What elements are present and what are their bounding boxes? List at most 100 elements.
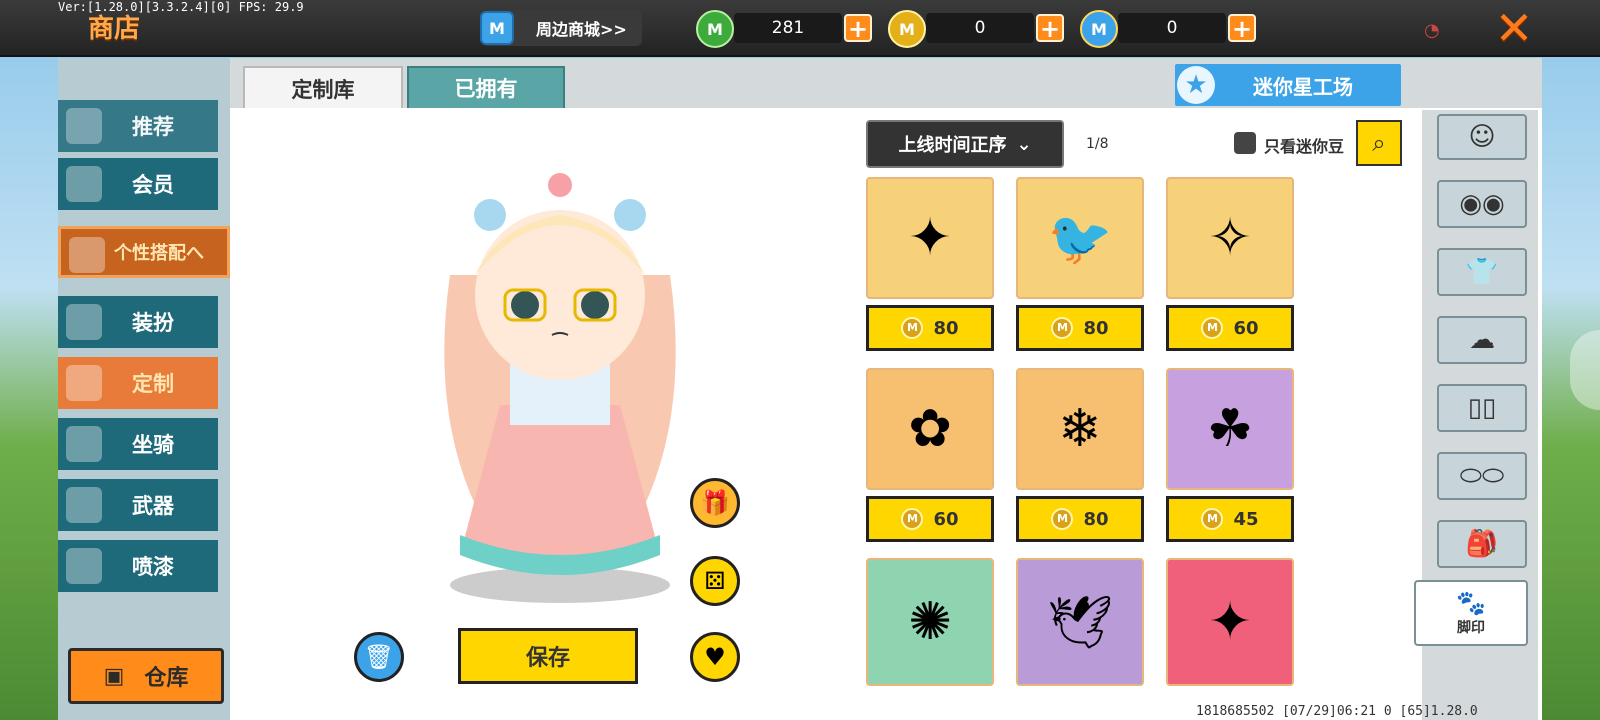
item-art-icon: ❄ [1058, 399, 1102, 459]
mini-bean-checkbox[interactable] [1234, 132, 1256, 154]
sidebar-item-weapon[interactable]: 武器 [58, 479, 218, 531]
item-art-icon: ✿ [908, 399, 952, 459]
gold-coin-icon: M [888, 10, 926, 48]
item-card[interactable]: ❄ [1016, 368, 1144, 490]
sidebar-item-dressup[interactable]: 装扮 [58, 296, 218, 348]
footer-info: 1818685502 [07/29]06:21 0 [65]1.28.0 [1196, 704, 1478, 719]
shirt-icon [66, 304, 102, 340]
sidebar-item-recommend[interactable]: 推荐 [58, 100, 218, 152]
category-mask[interactable]: ◉◉ [1437, 180, 1527, 228]
item-card[interactable]: 🕊 [1016, 558, 1144, 686]
gold-coin-icon: M [1201, 508, 1224, 530]
random-button[interactable]: ⚄ [690, 556, 740, 606]
avatar-left-eye [511, 291, 539, 319]
item-art-icon: 🐦 [1047, 208, 1113, 269]
item-price: 60 [1233, 317, 1259, 339]
avatar-face [475, 210, 645, 380]
item-price-button[interactable]: M 80 [1016, 496, 1144, 542]
category-shirt[interactable]: 👕 [1437, 248, 1527, 296]
tab-owned[interactable]: 已拥有 [407, 66, 565, 110]
item-card[interactable]: 🐦 [1016, 177, 1144, 299]
item-art-icon: ✦ [908, 208, 952, 268]
sidebar-item-spray[interactable]: 喷漆 [58, 540, 218, 592]
item-art-icon: ✺ [908, 592, 952, 652]
blue-coin-icon: M [1080, 10, 1118, 48]
spray-can-icon [66, 548, 102, 584]
item-price-button[interactable]: M 80 [1016, 305, 1144, 351]
delete-button[interactable]: 🗑 [354, 632, 404, 682]
trophy-icon [69, 237, 105, 273]
add-blue-coin-button[interactable]: + [1228, 14, 1256, 42]
gold-coin-icon: M [1051, 508, 1074, 530]
item-card[interactable]: ✦ [866, 177, 994, 299]
category-hair[interactable]: ☁ [1437, 316, 1527, 364]
item-price: 80 [1083, 508, 1109, 530]
item-price-button[interactable]: M 60 [866, 496, 994, 542]
item-price: 45 [1233, 508, 1259, 530]
favorite-button[interactable]: ♥ [690, 632, 740, 682]
paw-icon: 🐾 [1456, 589, 1486, 617]
hair-icon: ☁ [1469, 325, 1495, 355]
category-backpack[interactable]: 🎒 [1437, 520, 1527, 568]
backpack-icon: 🎒 [1465, 529, 1499, 559]
pencil-icon [66, 365, 102, 401]
dice-icon: ⚄ [704, 567, 726, 595]
item-price-button[interactable]: M 45 [1166, 496, 1294, 542]
gift-icon: 🎁 [700, 489, 730, 517]
sidebar-item-vip[interactable]: 会员 [58, 158, 218, 210]
sidebar-item-mount[interactable]: 坐骑 [58, 418, 218, 470]
search-button[interactable]: ⌕ [1356, 120, 1402, 166]
chest-icon: ▣ [103, 663, 125, 689]
heart-icon: ♥ [704, 643, 726, 671]
item-card[interactable]: ✧ [1166, 177, 1294, 299]
sidebar-item-custom[interactable]: 定制 [58, 357, 218, 409]
merch-shop-label: 周边商城>> [536, 20, 627, 39]
add-gem-button[interactable]: + [844, 14, 872, 42]
save-button[interactable]: 保存 [458, 628, 638, 684]
item-price: 80 [1083, 317, 1109, 339]
chevron-down-icon: ⌄ [1016, 133, 1032, 155]
trash-icon: 🗑 [363, 643, 395, 671]
face-icon: ☺ [1468, 122, 1496, 152]
recommend-icon [66, 108, 102, 144]
item-art-icon: 🕊 [1046, 592, 1113, 653]
shirt-icon: 👕 [1465, 257, 1499, 287]
avatar-right-eye [581, 291, 609, 319]
green-gem-icon: M [696, 10, 734, 48]
item-card[interactable]: ✦ [1166, 558, 1294, 686]
signal-icon: ◔ [1424, 20, 1440, 41]
item-card[interactable]: ✺ [866, 558, 994, 686]
gold-coin-icon: M [1051, 317, 1074, 339]
gold-coin-count: 0 [926, 13, 1034, 43]
category-footprint[interactable]: 🐾 脚印 [1414, 580, 1528, 646]
page-title: 商店 [88, 14, 141, 44]
item-price-button[interactable]: M 80 [866, 305, 994, 351]
pants-icon: ▯▯ [1467, 393, 1497, 423]
gold-coin-icon: M [1201, 317, 1224, 339]
item-card[interactable]: ✿ [866, 368, 994, 490]
item-price-button[interactable]: M 60 [1166, 305, 1294, 351]
sort-dropdown[interactable]: 上线时间正序 ⌄ [866, 120, 1064, 168]
close-button[interactable]: ✕ [1490, 4, 1538, 52]
item-card[interactable]: ☘ [1166, 368, 1294, 490]
category-face[interactable]: ☺ [1437, 114, 1527, 160]
add-gold-button[interactable]: + [1036, 14, 1064, 42]
tab-custom-library[interactable]: 定制库 [243, 66, 403, 110]
mini-bean-checkbox-label: 只看迷你豆 [1264, 137, 1345, 156]
sidebar-section-style[interactable]: 个性搭配へ [58, 226, 230, 278]
avatar-left-bow [474, 199, 506, 231]
avatar-bunny-ornament [548, 173, 572, 197]
page-indicator: 1/8 [1086, 136, 1109, 152]
category-pants[interactable]: ▯▯ [1437, 384, 1527, 432]
category-shoes[interactable]: ⬭⬭ [1437, 452, 1527, 500]
warehouse-button[interactable]: ▣ 仓库 [68, 648, 224, 704]
item-art-icon: ☘ [1206, 399, 1254, 459]
green-gem-count: 281 [734, 13, 842, 43]
mini-workshop-button[interactable]: ★ 迷你星工场 [1175, 64, 1401, 106]
avatar-preview[interactable] [390, 155, 730, 610]
search-icon: ⌕ [1372, 129, 1386, 157]
blue-coin-count: 0 [1118, 13, 1226, 43]
gift-button[interactable]: 🎁 [690, 478, 740, 528]
gun-icon [66, 487, 102, 523]
merch-shop-button[interactable]: M 周边商城>> [480, 10, 642, 46]
